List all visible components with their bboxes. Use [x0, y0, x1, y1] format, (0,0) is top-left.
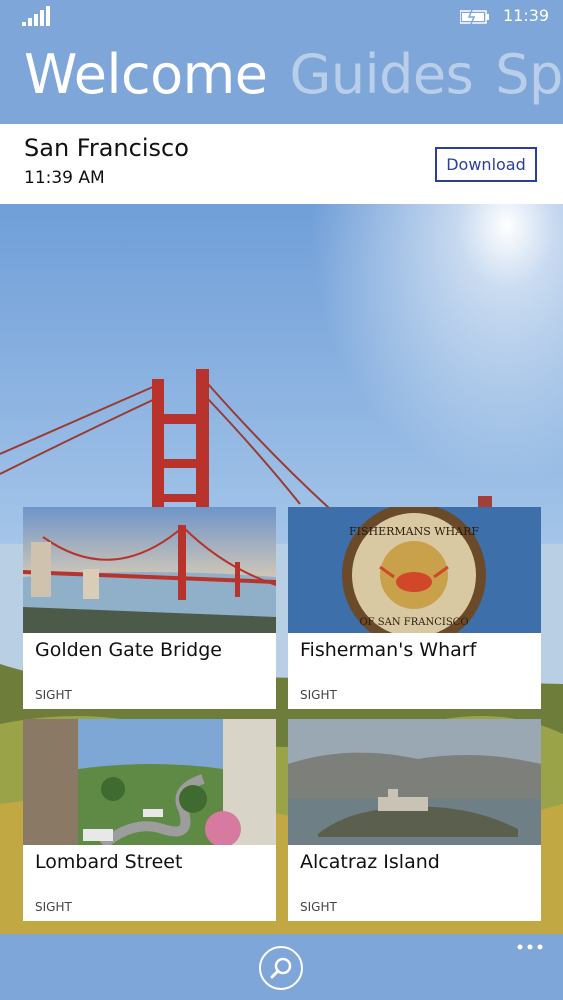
sign-text-bottom: OF SAN FRANCISCO [359, 617, 468, 628]
status-clock: 11:39 [503, 6, 550, 25]
card-title: Alcatraz Island [300, 851, 440, 873]
card-alcatraz-island[interactable]: Alcatraz Island SIGHT [288, 719, 541, 921]
lombard-street-thumbnail [23, 719, 276, 845]
pivot-guides[interactable]: Guides [290, 43, 474, 106]
app-bar [0, 934, 563, 1000]
pivot-special[interactable]: Spe [495, 43, 563, 106]
search-button[interactable] [259, 946, 303, 990]
card-category: SIGHT [35, 900, 72, 914]
battery-icon [460, 10, 489, 24]
city-name: San Francisco [24, 134, 189, 162]
more-icon[interactable] [516, 940, 544, 954]
search-icon [270, 957, 292, 979]
card-lombard-street[interactable]: Lombard Street SIGHT [23, 719, 276, 921]
signal-strength-icon [22, 6, 50, 26]
card-category: SIGHT [300, 900, 337, 914]
card-golden-gate-bridge[interactable]: Golden Gate Bridge SIGHT [23, 507, 276, 709]
city-local-time: 11:39 AM [24, 168, 105, 188]
sign-text-top: FISHERMANS WHARF [349, 525, 479, 538]
card-fishermans-wharf[interactable]: FISHERMANS WHARF OF SAN FRANCISCO Fisher… [288, 507, 541, 709]
city-header: San Francisco 11:39 AM Download [0, 124, 563, 204]
status-bar: 11:39 [0, 0, 563, 34]
fishermans-wharf-thumbnail: FISHERMANS WHARF OF SAN FRANCISCO [288, 507, 541, 633]
card-category: SIGHT [35, 688, 72, 702]
download-button[interactable]: Download [435, 147, 537, 182]
alcatraz-island-thumbnail [288, 719, 541, 845]
card-title: Golden Gate Bridge [35, 639, 222, 661]
card-title: Lombard Street [35, 851, 183, 873]
card-category: SIGHT [300, 688, 337, 702]
pivot-welcome[interactable]: Welcome [24, 43, 268, 106]
golden-gate-bridge-thumbnail [23, 507, 276, 633]
pivot-headers: Welcome Guides Spe [24, 42, 563, 108]
card-title: Fisherman's Wharf [300, 639, 477, 661]
top-header: 11:39 Welcome Guides Spe [0, 0, 563, 124]
